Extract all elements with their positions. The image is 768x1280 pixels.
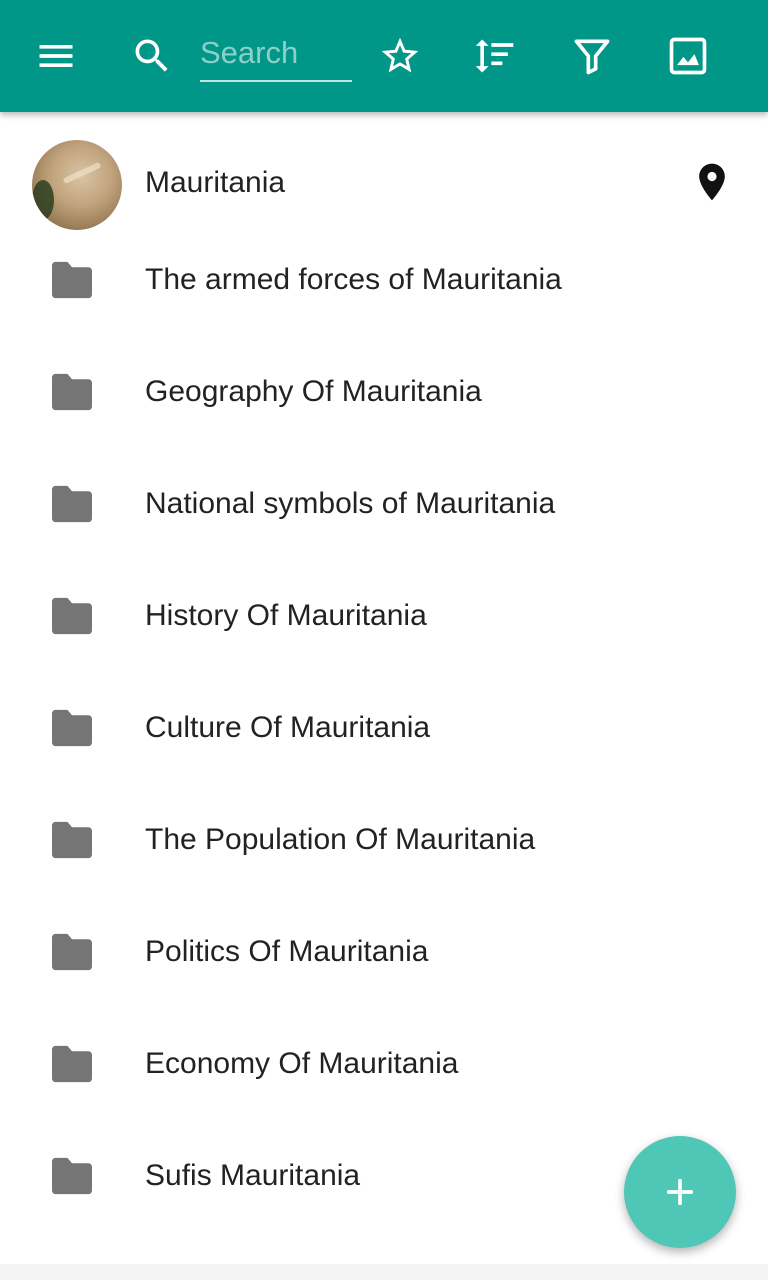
list-item[interactable]: Politics Of Mauritania [0,896,768,1008]
folder-icon [50,708,94,748]
search-input[interactable] [200,26,352,80]
list-item[interactable]: The armed forces of Mauritania [0,224,768,336]
menu-icon[interactable] [32,32,80,80]
list-item-header[interactable]: Mauritania [0,112,768,240]
folder-icon [50,372,94,412]
folder-icon [50,932,94,972]
search-icon[interactable] [128,32,176,80]
list-item-label: National symbols of Mauritania [145,487,556,520]
add-button[interactable] [624,1136,736,1248]
list-item-label: History Of Mauritania [145,599,427,632]
folder-icon [50,1044,94,1084]
list-item-label: The Population Of Mauritania [145,823,536,856]
header-item-label: Mauritania [145,166,286,199]
list-item[interactable]: National symbols of Mauritania [0,448,768,560]
list-item-label: Culture Of Mauritania [145,711,431,744]
sort-icon[interactable] [471,32,519,80]
folder-icon [50,820,94,860]
list-item-label: The armed forces of Mauritania [145,263,562,296]
image-icon[interactable] [664,32,712,80]
search-field[interactable] [200,26,352,82]
bottom-edge [0,1264,768,1280]
folder-icon [50,596,94,636]
list-item[interactable]: Economy Of Mauritania [0,1008,768,1120]
filter-icon[interactable] [568,32,616,80]
app-toolbar [0,0,768,112]
list-item-label: Economy Of Mauritania [145,1047,459,1080]
list-item-label: Politics Of Mauritania [145,935,429,968]
star-outline-icon[interactable] [376,32,424,80]
map-pin-icon[interactable] [690,160,734,204]
list-item-label: Geography Of Mauritania [145,375,482,408]
folder-icon [50,1156,94,1196]
category-list: Mauritania The armed forces of Mauritani… [0,112,768,1232]
list-item-label: Sufis Mauritania [145,1159,361,1192]
avatar [32,140,122,230]
list-item[interactable]: History Of Mauritania [0,560,768,672]
folder-icon [50,484,94,524]
list-item[interactable]: The Population Of Mauritania [0,784,768,896]
folder-icon [50,260,94,300]
list-item[interactable]: Culture Of Mauritania [0,672,768,784]
list-item[interactable]: Geography Of Mauritania [0,336,768,448]
plus-icon [667,1179,693,1205]
